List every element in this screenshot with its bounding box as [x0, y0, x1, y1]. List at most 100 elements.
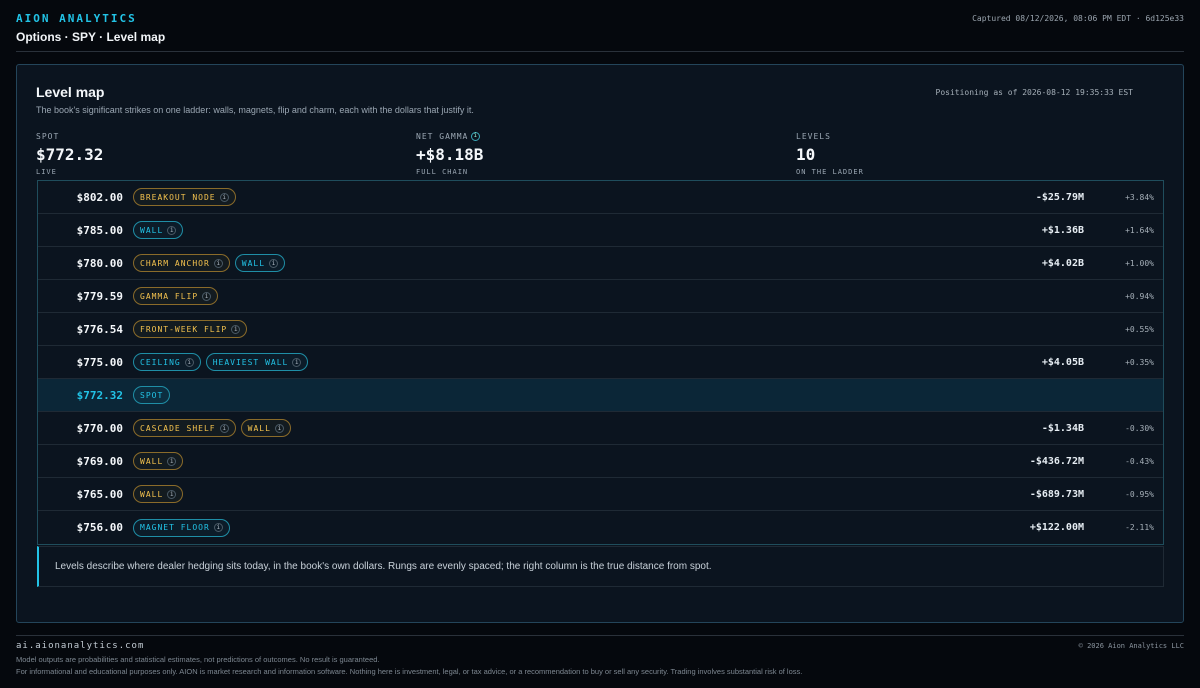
stat-net-gamma-label: NET GAMMA: [416, 131, 469, 141]
level-tag-label: GAMMA FLIP: [140, 291, 199, 301]
stat-spot-sub: LIVE: [36, 168, 57, 176]
level-tag[interactable]: WALL i: [234, 254, 286, 272]
ladder-row[interactable]: $756.00 MAGNET FLOOR i +$122.00M -2.11%: [38, 511, 1163, 544]
ladder-row[interactable]: $775.00 CEILING i HEAVIEST WALL i +$4.05B +0.3…: [38, 346, 1163, 379]
level-gamma-amount: +$122.00M: [1029, 522, 1084, 533]
stat-spot: SPOT $772.32 LIVE: [36, 131, 104, 177]
level-tags: WALL i: [133, 452, 184, 470]
captured-timestamp: Captured 08/12/2026, 08:06 PM EDT · 6d12…: [972, 14, 1184, 23]
info-icon[interactable]: i: [167, 489, 177, 499]
info-icon[interactable]: i: [274, 423, 284, 433]
level-gamma-amount: -$436.72M: [1029, 455, 1084, 467]
level-tag[interactable]: SPOT: [133, 386, 171, 404]
level-price: $785.00: [76, 223, 123, 237]
info-icon[interactable]: i: [213, 258, 223, 268]
stat-levels-value: 10: [796, 145, 816, 164]
ladder-row[interactable]: $780.00 CHARM ANCHOR i WALL i +$4.02B +1.00%: [38, 247, 1163, 280]
level-tag-label: MAGNET FLOOR: [140, 523, 210, 532]
level-tags: FRONT-WEEK FLIP i: [133, 320, 248, 338]
card-subtitle: The book's significant strikes on one la…: [36, 105, 474, 115]
stat-net-gamma-sub: FULL CHAIN: [416, 168, 469, 176]
info-icon[interactable]: i: [269, 258, 279, 268]
level-price: $780.00: [76, 256, 123, 270]
level-tags: GAMMA FLIP i: [133, 287, 219, 305]
info-icon[interactable]: i: [167, 225, 177, 235]
level-tag[interactable]: CHARM ANCHOR i: [133, 254, 230, 272]
info-icon[interactable]: i: [213, 523, 223, 532]
level-distance-pct: +0.55%: [1125, 324, 1154, 334]
level-tag[interactable]: FRONT-WEEK FLIP i: [133, 320, 248, 338]
level-tag[interactable]: MAGNET FLOOR i: [133, 518, 230, 537]
level-tag[interactable]: WALL i: [133, 221, 184, 239]
ladder-row[interactable]: $769.00 WALL i -$436.72M -0.43%: [38, 445, 1163, 478]
level-tag[interactable]: GAMMA FLIP i: [133, 287, 219, 305]
level-tags: CASCADE SHELF i WALL i: [133, 419, 291, 437]
stat-spot-label: SPOT: [36, 131, 60, 141]
level-price: $776.54: [76, 322, 123, 336]
level-price: $779.59: [76, 289, 123, 303]
info-icon[interactable]: i: [202, 291, 212, 301]
level-tag[interactable]: WALL i: [240, 419, 291, 437]
stat-levels-sub: ON THE LADDER: [796, 168, 864, 176]
level-tag[interactable]: CASCADE SHELF i: [133, 419, 236, 437]
level-price: $765.00: [76, 487, 123, 501]
level-tag-label: WALL: [140, 225, 164, 235]
level-tag[interactable]: CEILING i: [133, 353, 201, 371]
level-price: $772.32: [76, 388, 123, 402]
info-icon[interactable]: i: [184, 357, 194, 367]
info-icon[interactable]: i: [219, 423, 229, 433]
level-map-card: Level map The book's significant strikes…: [16, 64, 1184, 623]
level-tag[interactable]: WALL i: [133, 485, 184, 503]
stat-net-gamma-label-row: NET GAMMA i: [416, 131, 483, 141]
info-icon[interactable]: i: [471, 131, 481, 141]
level-gamma-amount: +$1.36B: [1041, 224, 1084, 236]
level-distance-pct: -2.11%: [1125, 523, 1154, 532]
level-tag-label: HEAVIEST WALL: [212, 357, 289, 367]
info-icon[interactable]: i: [292, 357, 302, 367]
info-icon[interactable]: i: [231, 324, 241, 334]
ladder-row-spot[interactable]: $772.32 SPOT: [38, 379, 1163, 412]
level-tags: WALL i: [133, 221, 184, 239]
level-price: $770.00: [76, 421, 123, 435]
level-tag-label: FRONT-WEEK FLIP: [140, 324, 228, 334]
info-icon[interactable]: i: [167, 456, 177, 466]
level-tag-label: WALL: [241, 258, 266, 268]
stat-levels-label: LEVELS: [796, 131, 831, 141]
ladder-note-text: Levels describe where dealer hedging sit…: [55, 561, 712, 572]
ladder-row[interactable]: $770.00 CASCADE SHELF i WALL i -$1.34B -0.30%: [38, 412, 1163, 445]
level-gamma-amount: +$4.05B: [1041, 356, 1084, 368]
ladder-row[interactable]: $779.59 GAMMA FLIP i +0.94%: [38, 280, 1163, 313]
stat-spot-value: $772.32: [36, 145, 104, 164]
level-tag[interactable]: WALL i: [133, 452, 184, 470]
level-tag[interactable]: HEAVIEST WALL i: [205, 353, 309, 371]
level-price: $756.00: [76, 521, 123, 534]
level-distance-pct: -0.95%: [1125, 489, 1154, 499]
footer-disclaimer-1: Model outputs are probabilities and stat…: [16, 655, 380, 664]
ladder-row[interactable]: $785.00 WALL i +$1.36B +1.64%: [38, 214, 1163, 247]
ladder-row[interactable]: $776.54 FRONT-WEEK FLIP i +0.55%: [38, 313, 1163, 346]
level-price: $775.00: [76, 355, 123, 369]
footer: ai.aionanalytics.com © 2026 Aion Analyti…: [16, 635, 1184, 676]
ladder-row[interactable]: $802.00 BREAKOUT NODE i -$25.79M +3.84%: [38, 181, 1163, 214]
footer-site-link[interactable]: ai.aionanalytics.com: [16, 641, 144, 651]
level-tags: CHARM ANCHOR i WALL i: [133, 254, 286, 272]
breadcrumb: Options · SPY · Level map: [16, 30, 166, 44]
brand-logo[interactable]: AION ANALYTICS: [16, 12, 137, 25]
level-tag[interactable]: BREAKOUT NODE i: [133, 188, 236, 206]
level-tags: SPOT: [133, 386, 171, 404]
level-price: $769.00: [76, 454, 123, 468]
level-distance-pct: +0.35%: [1125, 357, 1154, 367]
level-distance-pct: +0.94%: [1125, 291, 1154, 301]
top-header: AION ANALYTICS Options · SPY · Level map…: [16, 10, 1184, 52]
level-gamma-amount: -$689.73M: [1029, 488, 1084, 500]
level-ladder: $802.00 BREAKOUT NODE i -$25.79M +3.84% $785.…: [37, 180, 1164, 545]
info-icon[interactable]: i: [219, 192, 229, 202]
level-distance-pct: +3.84%: [1125, 192, 1154, 202]
level-tag-label: SPOT: [140, 390, 164, 400]
stat-net-gamma: NET GAMMA i +$8.18B FULL CHAIN: [416, 131, 483, 176]
stat-levels: LEVELS 10 ON THE LADDER: [796, 131, 864, 177]
level-tags: CEILING i HEAVIEST WALL i: [133, 353, 309, 371]
card-title: Level map: [36, 84, 105, 100]
ladder-row[interactable]: $765.00 WALL i -$689.73M -0.95%: [38, 478, 1163, 511]
level-gamma-amount: -$25.79M: [1035, 191, 1084, 203]
